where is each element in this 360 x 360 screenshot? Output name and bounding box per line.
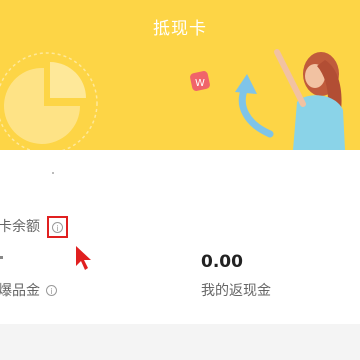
cashback-amount: 0.00: [201, 252, 243, 272]
info-circle-icon: i: [52, 221, 63, 233]
decorative-dot: [52, 172, 54, 174]
bottom-area: [0, 330, 360, 360]
hot-item-fund-label: 爆品金: [0, 283, 40, 299]
mouse-cursor-icon: [76, 246, 91, 270]
my-cashback-label: 我的返现金: [201, 283, 271, 299]
woman-pointing-illustration-icon: W: [190, 49, 345, 150]
balance-info-button[interactable]: i: [47, 216, 68, 238]
pie-chart-decoration-icon: [0, 52, 98, 150]
info-circle-icon[interactable]: i: [46, 284, 57, 296]
balance-card: [0, 150, 360, 330]
page-title: 抵现卡: [153, 19, 207, 39]
hot-item-fund-label-group: 爆品金 i: [0, 280, 57, 300]
svg-text:W: W: [195, 78, 205, 89]
card-balance-label: 卡余额: [0, 219, 40, 235]
header-banner: 抵现卡 W: [0, 0, 360, 150]
left-value-marker: [0, 256, 3, 259]
